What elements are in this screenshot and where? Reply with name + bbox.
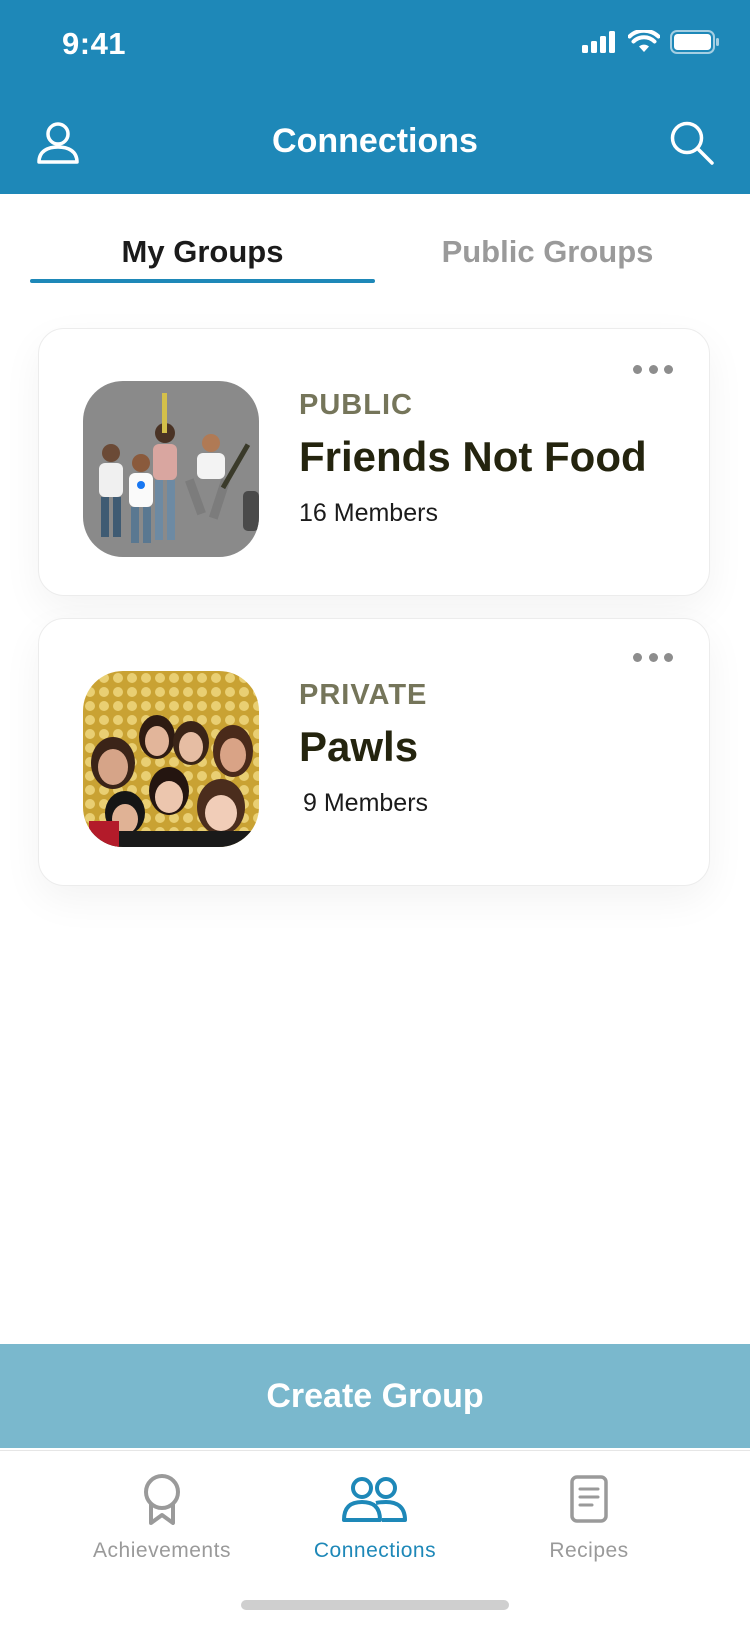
nav-item-connections[interactable]: Connections (275, 1469, 475, 1563)
people-icon (342, 1477, 407, 1522)
more-dot (633, 364, 642, 374)
status-time: 9:41 (62, 26, 127, 61)
more-options-button[interactable] (633, 647, 673, 667)
group-name: Pawls (299, 723, 419, 770)
battery-icon (670, 30, 719, 54)
nav-label: Connections (313, 1539, 437, 1562)
group-name: Friends Not Food (299, 433, 647, 480)
search-icon (670, 121, 714, 165)
nav-label: Achievements (93, 1539, 231, 1562)
group-card[interactable]: PUBLIC Friends Not Food 16 Members (38, 328, 710, 596)
page-title: Connections (272, 122, 478, 160)
more-dot (648, 652, 658, 662)
ribbon-icon (144, 1474, 180, 1525)
more-dot (633, 652, 642, 662)
signal-icon (582, 31, 615, 53)
create-group-button[interactable]: Create Group (0, 1344, 750, 1448)
tab-my-groups[interactable]: My Groups (30, 225, 375, 283)
nav-item-achievements[interactable]: Achievements (62, 1469, 262, 1563)
group-tabs: My Groups Public Groups (30, 225, 720, 285)
group-card[interactable]: PRIVATE Pawls 9 Members (38, 618, 710, 886)
tab-public-groups[interactable]: Public Groups (375, 225, 720, 283)
group-member-count: 9 Members (303, 789, 429, 817)
group-member-count: 16 Members (299, 499, 438, 527)
group-privacy-label: PRIVATE (299, 679, 428, 711)
document-icon (570, 1475, 608, 1523)
more-options-button[interactable] (633, 359, 673, 379)
group-privacy-label: PUBLIC (299, 389, 413, 421)
cartoon-group-illustration (83, 381, 259, 557)
group-photo (83, 671, 259, 847)
app-header: 9:41 Connections (0, 0, 750, 194)
nav-label: Recipes (549, 1539, 629, 1562)
active-tab-indicator (30, 279, 375, 283)
more-dot (664, 652, 673, 662)
search-button[interactable] (667, 118, 717, 168)
wifi-icon (628, 30, 660, 52)
group-thumbnail (83, 671, 259, 847)
bottom-nav: Achievements Connections Recipes (0, 1450, 750, 1625)
more-dot (648, 364, 658, 374)
home-indicator[interactable] (241, 1600, 509, 1610)
nav-item-recipes[interactable]: Recipes (489, 1469, 689, 1563)
status-icons (582, 30, 720, 54)
group-thumbnail (83, 381, 259, 557)
more-dot (664, 364, 673, 374)
